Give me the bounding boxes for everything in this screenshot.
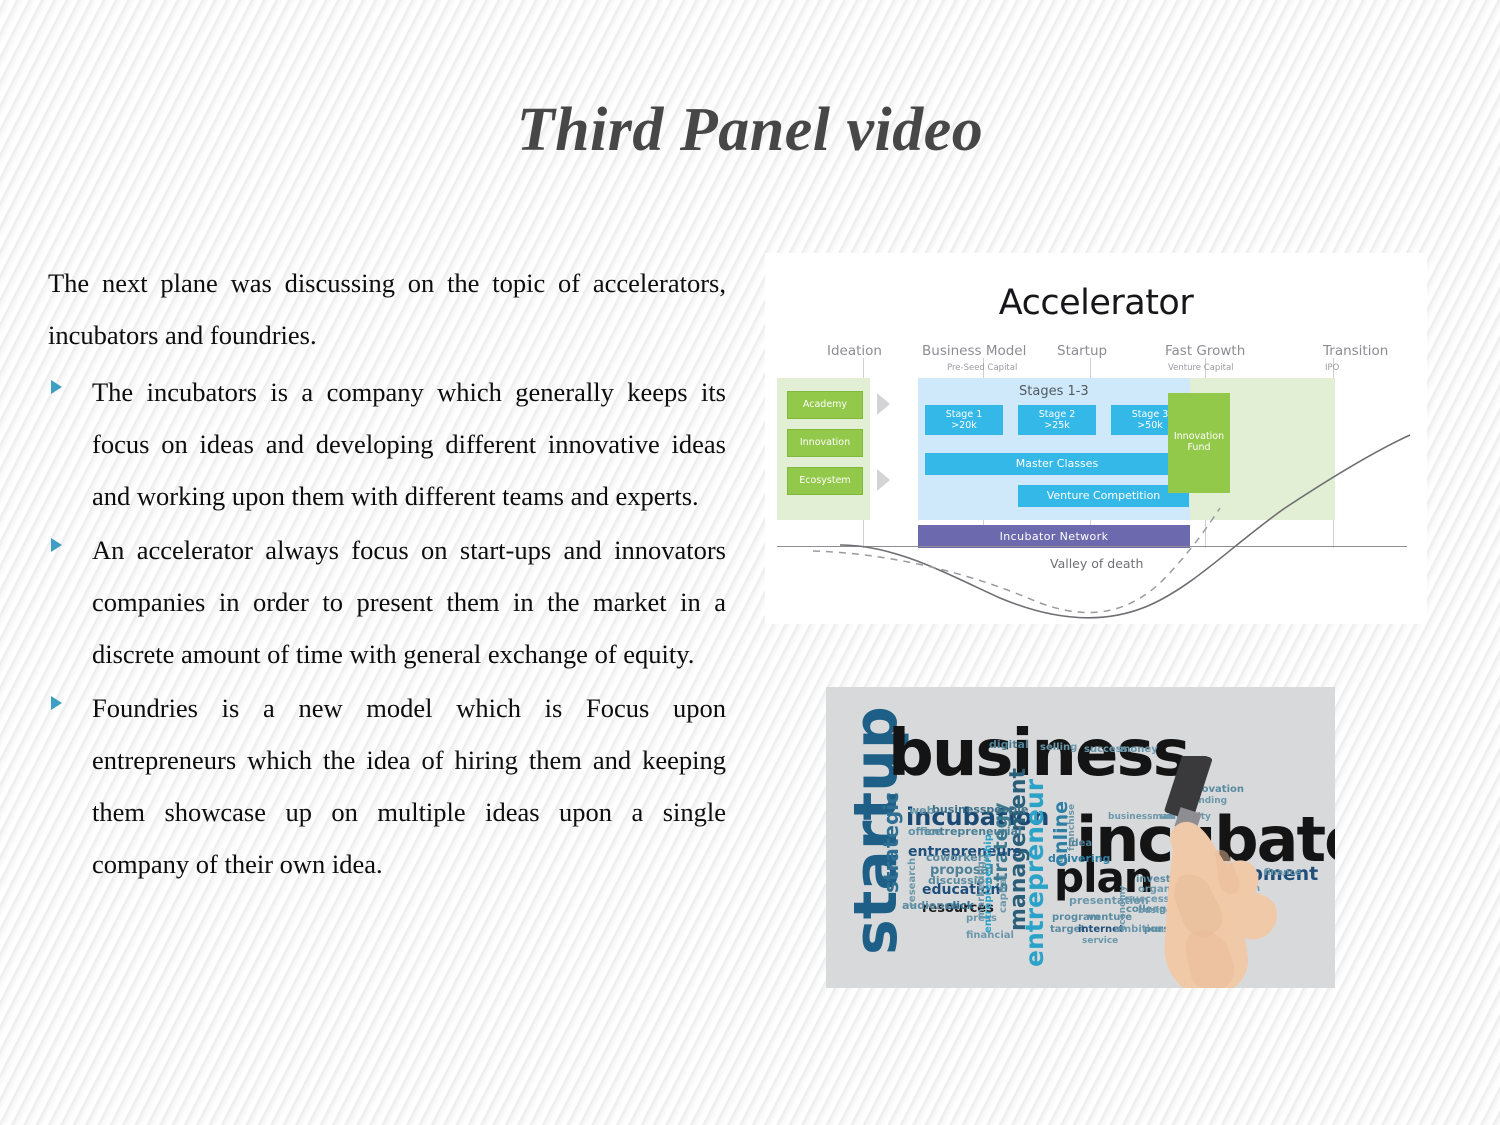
phase-sublabel-ipo: IPO [1325, 363, 1340, 373]
wordcloud-word: office [908, 825, 942, 838]
list-item: The incubators is a company which genera… [48, 367, 726, 523]
box-academy: Academy [787, 391, 863, 419]
wordcloud-word: research [907, 857, 918, 907]
wordcloud-word: selling [1040, 742, 1078, 753]
box-ecosystem: Ecosystem [787, 467, 863, 495]
wordcloud-word: strategic [879, 792, 903, 893]
list-item-label: Foundries is a new model which is Focus … [92, 692, 726, 879]
list-item-label: An accelerator always focus on start-ups… [92, 535, 726, 670]
box-incubator-network: Incubator Network [918, 525, 1190, 548]
triangle-bullet-icon [51, 695, 62, 710]
list-item: An accelerator always focus on start-ups… [48, 525, 726, 681]
box-innovation: Innovation [787, 429, 863, 457]
hand-with-marker-illustration [1164, 756, 1278, 988]
box-master-classes: Master Classes [925, 453, 1189, 475]
wordcloud-word: capital [998, 874, 1009, 913]
phase-label-ideation: Ideation [827, 343, 882, 359]
baseline-axis [777, 546, 1407, 547]
stage-3-name: Stage 3 [1131, 408, 1169, 420]
triangle-bullet-icon [51, 538, 62, 553]
box-stage-2: Stage 2 >25k [1018, 405, 1096, 435]
wordcloud-word: idea [1068, 838, 1093, 849]
wordcloud-word: click [946, 899, 974, 912]
wordcloud-word: businesspeople [932, 803, 1029, 816]
wordcloud-word: service [1082, 936, 1119, 946]
intro-paragraph: The next plane was discussing on the top… [48, 268, 726, 350]
phase-label-transition: Transition [1323, 343, 1389, 359]
page-title: Third Panel video [516, 96, 984, 164]
wordcloud-word: digital [989, 738, 1029, 751]
wordcloud-word: entrepreneurship [983, 834, 994, 933]
phase-sublabel-venture-capital: Venture Capital [1168, 363, 1234, 373]
diagram-title: Accelerator [998, 283, 1194, 323]
box-stage-1: Stage 1 >20k [925, 405, 1003, 435]
box-innovation-fund: Innovation Fund [1168, 393, 1230, 493]
wordcloud-word: web [909, 804, 935, 817]
box-venture-competition: Venture Competition [1018, 485, 1189, 507]
triangle-bullet-icon [51, 380, 62, 395]
list-item: Foundries is a new model which is Focus … [48, 683, 726, 891]
wordcloud-word: money [1120, 744, 1158, 755]
stage-1-name: Stage 1 [945, 408, 983, 420]
phase-sublabel-pre-seed-capital: Pre-Seed Capital [947, 363, 1018, 373]
arrow-right-icon [877, 393, 890, 415]
phase-label-startup: Startup [1057, 343, 1108, 359]
bullet-list: The incubators is a company which genera… [48, 367, 726, 890]
accelerator-diagram-image: Accelerator Ideation Business Model Pre-… [765, 253, 1427, 624]
stage-2-name: Stage 2 [1038, 408, 1076, 420]
stage-2-amount: >25k [1044, 420, 1070, 431]
stage-3-amount: >50k [1137, 420, 1163, 431]
list-item-label: The incubators is a company which genera… [92, 377, 726, 512]
phase-label-fast-growth: Fast Growth [1165, 343, 1246, 359]
business-incubator-wordcloud-image: startup business incubator plan incubati… [826, 687, 1335, 988]
valley-of-death-label: Valley of death [1050, 556, 1144, 571]
stage-1-amount: >20k [951, 420, 977, 431]
wordcloud-word: delivering [1048, 852, 1111, 865]
body-text-column: The next plane was discussing on the top… [48, 258, 726, 893]
stages-label: Stages 1-3 [1019, 384, 1089, 399]
arrow-right-icon [877, 469, 890, 491]
phase-label-business-model: Business Model [922, 343, 1027, 359]
